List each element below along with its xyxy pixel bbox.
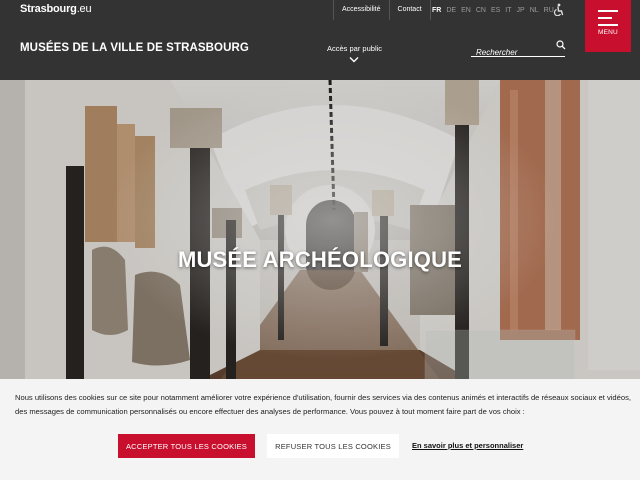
lang-de[interactable]: DE (446, 7, 456, 14)
lang-cn[interactable]: CN (476, 7, 486, 14)
menu-button[interactable]: MENU (585, 0, 631, 52)
public-access-menu[interactable]: Accès par public (327, 44, 382, 53)
accessibility-link[interactable]: Accessibilité (334, 0, 389, 20)
hamburger-icon (598, 10, 618, 26)
lang-fr[interactable]: FR (432, 7, 441, 14)
cookie-banner: Nous utilisons des cookies sur ce site p… (0, 379, 640, 480)
site-title[interactable]: MUSÉES DE LA VILLE DE STRASBOURG (20, 42, 249, 54)
refuse-cookies-button[interactable]: REFUSER TOUS LES COOKIES (267, 434, 399, 458)
lang-en[interactable]: EN (461, 7, 471, 14)
site-header: MUSÉES DE LA VILLE DE STRASBOURG Accès p… (0, 0, 640, 80)
language-switcher: FR DE EN CN ES IT JP NL RU (432, 0, 554, 20)
strasbourg-logo[interactable]: Strasbourg.eu (20, 3, 92, 15)
cookie-settings-link[interactable]: En savoir plus et personnaliser (412, 441, 523, 450)
hero-title: MUSÉE ARCHÉOLOGIQUE (177, 247, 463, 272)
lang-nl[interactable]: NL (530, 7, 539, 14)
search-box (471, 42, 565, 57)
contact-link[interactable]: Contact (390, 0, 430, 20)
chevron-down-icon[interactable] (349, 56, 359, 63)
search-icon[interactable] (556, 40, 566, 50)
lang-it[interactable]: IT (505, 7, 511, 14)
lang-jp[interactable]: JP (517, 7, 525, 14)
menu-label: MENU (598, 29, 618, 36)
accept-cookies-button[interactable]: ACCEPTER TOUS LES COOKIES (118, 434, 255, 458)
lang-es[interactable]: ES (491, 7, 500, 14)
divider (429, 0, 431, 20)
top-links: Accessibilité Contact (333, 0, 431, 20)
cookie-message: Nous utilisons des cookies sur ce site p… (15, 393, 632, 416)
search-input[interactable] (471, 46, 551, 57)
accessibility-icon[interactable] (552, 3, 564, 16)
top-bar: Strasbourg.eu Accessibilité Contact FR D… (0, 0, 640, 20)
